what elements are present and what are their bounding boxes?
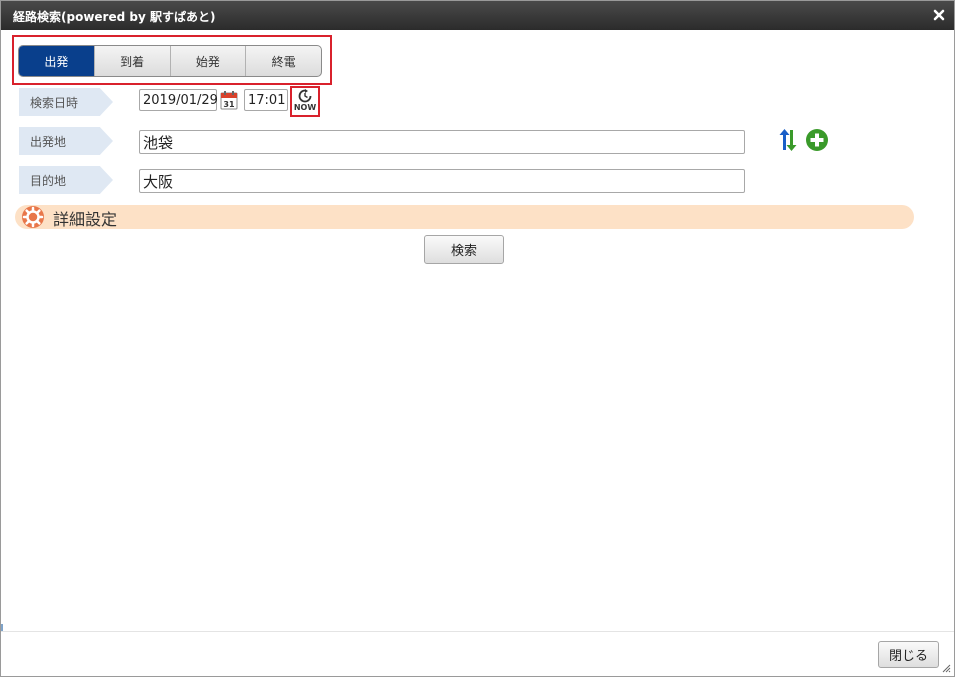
now-button[interactable]: NOW	[293, 89, 317, 114]
detail-settings-toggle[interactable]: 詳細設定	[15, 205, 914, 229]
search-type-tabs: 出発 到着 始発 終電	[18, 45, 322, 77]
tab-last-train[interactable]: 終電	[245, 46, 321, 76]
to-label: 目的地	[19, 166, 113, 194]
add-via-station-icon[interactable]	[805, 128, 829, 152]
swap-stations-icon[interactable]	[776, 128, 800, 152]
search-button[interactable]: 検索	[424, 235, 504, 264]
calendar-icon[interactable]: 31	[220, 90, 238, 110]
detail-settings-label: 詳細設定	[53, 210, 118, 229]
tab-arrival[interactable]: 到着	[93, 46, 170, 76]
resize-grip-icon[interactable]	[941, 663, 951, 673]
tab-departure[interactable]: 出発	[19, 46, 94, 76]
date-label: 検索日時	[19, 88, 113, 116]
dialog-footer	[1, 631, 954, 676]
time-input[interactable]: 17:01	[244, 89, 288, 111]
from-station-input[interactable]: 池袋	[139, 130, 745, 154]
now-label: NOW	[293, 103, 317, 112]
dialog-title: 経路検索(powered by 駅すぱあと)	[13, 10, 216, 24]
to-station-input[interactable]: 大阪	[139, 169, 745, 193]
refresh-clock-icon	[298, 89, 312, 103]
calendar-day-text: 31	[223, 100, 235, 109]
close-button[interactable]: 閉じる	[878, 641, 939, 668]
title-bar[interactable]: 経路検索(powered by 駅すぱあと)	[1, 1, 954, 30]
tab-first-train[interactable]: 始発	[169, 46, 246, 76]
gear-icon	[22, 206, 44, 228]
close-icon[interactable]	[932, 6, 946, 24]
date-input[interactable]: 2019/01/29	[139, 89, 218, 111]
from-label: 出発地	[19, 127, 113, 155]
route-search-dialog: 経路検索(powered by 駅すぱあと) 出発 到着 始発 終電 検索日時 …	[0, 0, 955, 677]
